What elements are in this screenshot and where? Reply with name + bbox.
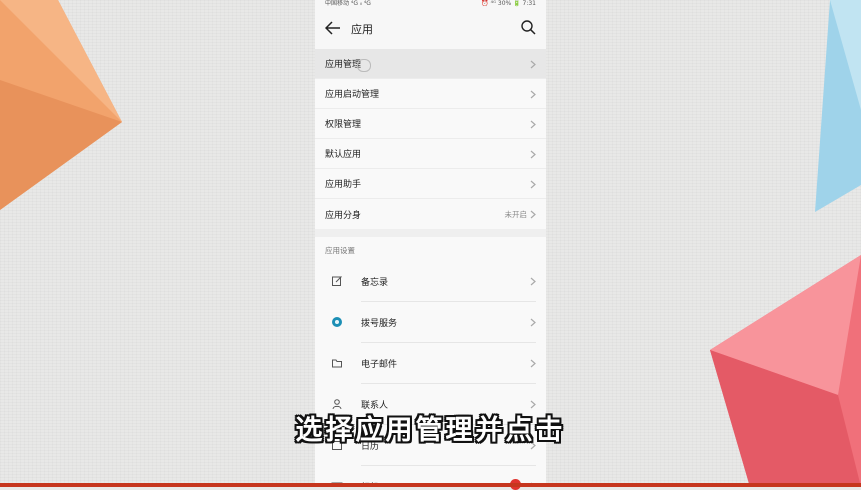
menu-item-label: 应用助手 — [325, 180, 362, 190]
app-item-memo[interactable]: 备忘录 — [315, 261, 546, 302]
menu-item-app-launch[interactable]: 应用启动管理 — [315, 79, 546, 109]
menu-item-label: 应用启动管理 — [325, 90, 380, 100]
status-left: 中国移动 ⁴G ᵢₗ ⁴G — [325, 0, 371, 7]
video-caption: 选择应用管理并点击 — [295, 415, 566, 446]
app-item-label: 备忘录 — [361, 278, 389, 288]
app-menu-list: 应用管理 应用启动管理 权限管理 默认应用 应用助手 应用分身 未开启 — [315, 49, 546, 229]
menu-item-label: 权限管理 — [325, 120, 362, 130]
menu-item-default-apps[interactable]: 默认应用 — [315, 139, 546, 169]
dialer-icon — [332, 317, 342, 327]
app-item-dialer[interactable]: 拨号服务 — [315, 302, 546, 343]
chevron-right-icon — [530, 60, 536, 68]
chevron-right-icon — [530, 120, 536, 128]
menu-item-label: 默认应用 — [325, 150, 362, 160]
app-item-label: 拨号服务 — [361, 319, 398, 329]
progress-bar — [0, 483, 861, 487]
pink-paper-decoration — [710, 255, 861, 487]
status-bar: 中国移动 ⁴G ᵢₗ ⁴G ⏰ ⁴ᴳ 30% 🔋 7:31 — [315, 0, 546, 7]
touch-indicator — [357, 59, 371, 72]
app-item-label: 电子邮件 — [361, 360, 398, 370]
menu-item-label: 应用分身 — [325, 210, 362, 221]
app-item-email[interactable]: 电子邮件 — [315, 343, 546, 384]
chevron-right-icon — [530, 277, 536, 286]
search-icon[interactable] — [521, 20, 536, 35]
blue-paper-decoration — [815, 0, 861, 212]
app-twin-status: 未开启 — [504, 209, 528, 219]
status-right: ⏰ ⁴ᴳ 30% 🔋 7:31 — [481, 0, 536, 7]
menu-item-app-twin[interactable]: 应用分身 未开启 — [315, 199, 546, 229]
email-icon — [332, 359, 342, 368]
section-title: 应用设置 — [315, 237, 546, 261]
chevron-right-icon — [530, 150, 536, 158]
chevron-right-icon — [530, 180, 536, 188]
menu-item-label: 应用管理 — [325, 60, 362, 70]
chevron-right-icon — [530, 359, 536, 368]
menu-item-permissions[interactable]: 权限管理 — [315, 109, 546, 139]
menu-item-app-assistant[interactable]: 应用助手 — [315, 169, 546, 199]
section-divider — [315, 229, 546, 237]
app-bar: 应用 — [315, 7, 546, 49]
menu-item-app-manager[interactable]: 应用管理 — [315, 49, 546, 79]
orange-paper-decoration — [0, 0, 122, 210]
memo-icon — [332, 276, 342, 286]
back-arrow-icon[interactable] — [325, 21, 341, 35]
chevron-right-icon — [530, 318, 536, 327]
chevron-right-icon — [530, 210, 536, 218]
chevron-right-icon — [530, 90, 536, 98]
page-title: 应用 — [351, 23, 373, 36]
